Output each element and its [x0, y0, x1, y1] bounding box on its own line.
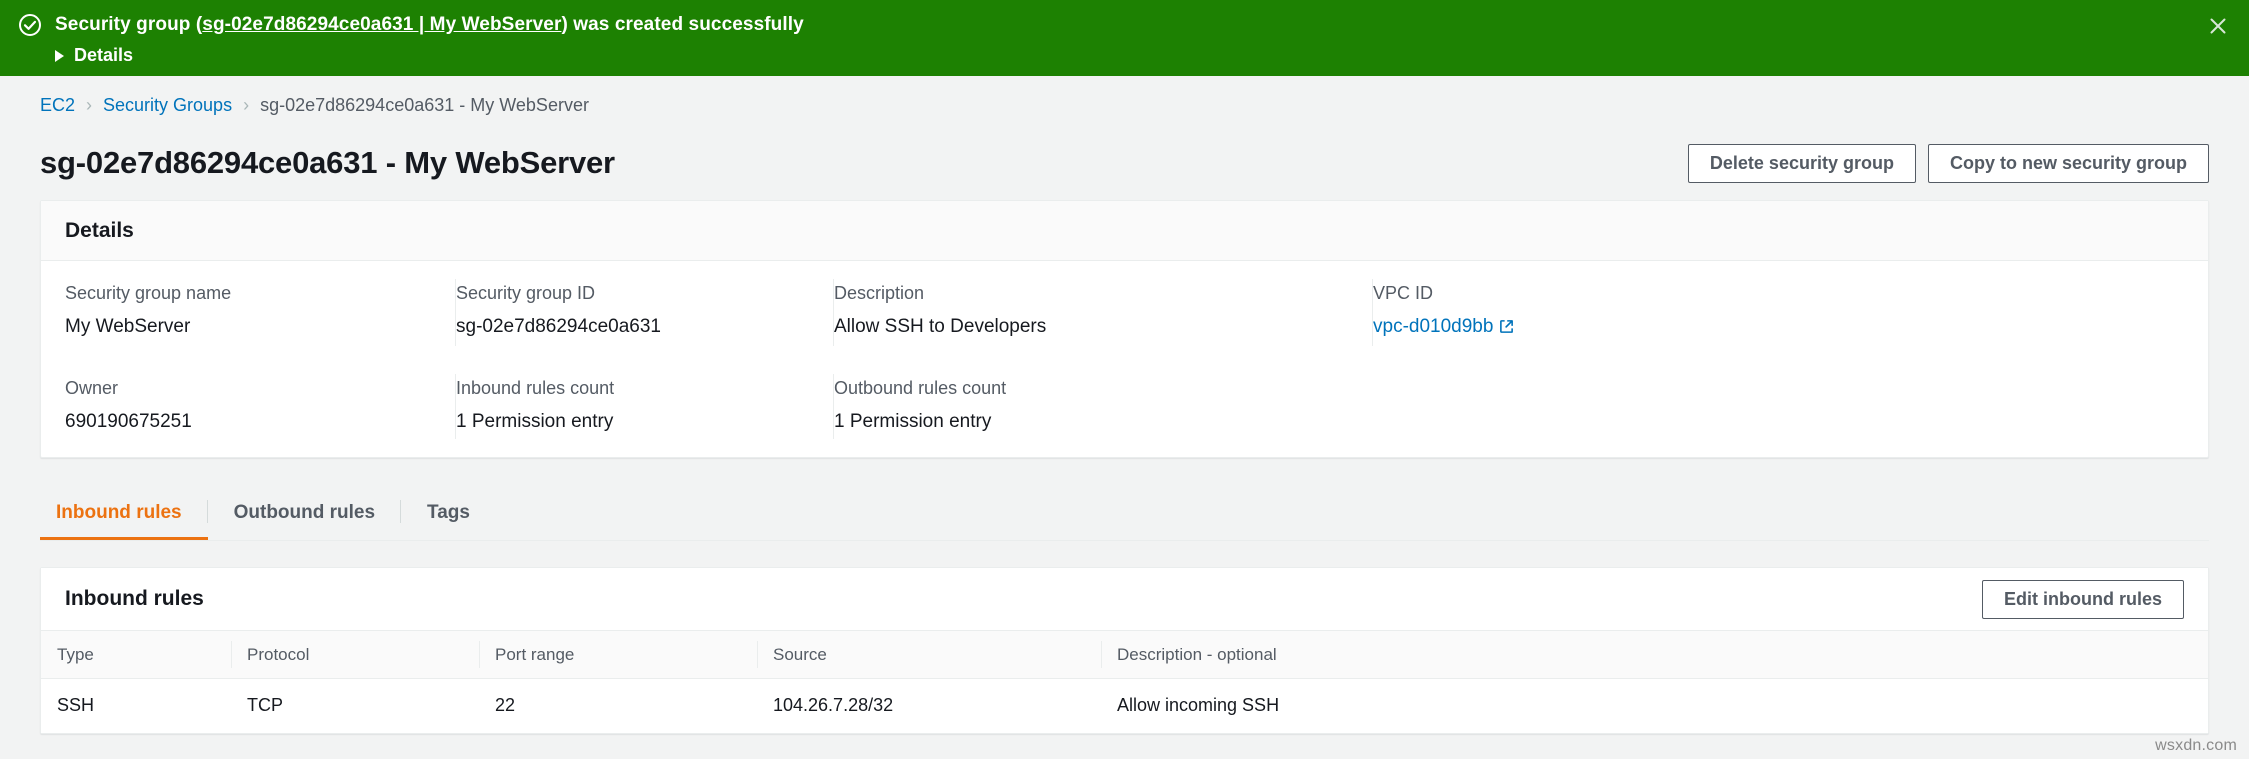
header-actions: Delete security group Copy to new securi… — [1687, 143, 2209, 183]
detail-outbound-rules-count: Outbound rules count 1 Permission entry — [834, 378, 1373, 433]
details-row-1: Security group name My WebServer Securit… — [65, 279, 2184, 346]
table-header: Type Protocol Port range Source Descript… — [41, 630, 2208, 679]
detail-security-group-name: Security group name My WebServer — [65, 279, 456, 346]
detail-label: VPC ID — [1373, 283, 1434, 303]
tab-inbound-rules[interactable]: Inbound rules — [40, 488, 208, 540]
table-row[interactable]: SSH TCP 22 104.26.7.28/32 Allow incoming… — [41, 678, 2208, 733]
detail-label: Description — [834, 283, 925, 303]
inbound-rules-panel: Inbound rules Edit inbound rules Type Pr… — [40, 567, 2209, 734]
cell-port-range: 22 — [479, 678, 757, 733]
page-title: sg-02e7d86294ce0a631 - My WebServer — [40, 145, 615, 180]
vpc-id-link[interactable]: vpc-d010d9bb — [1373, 316, 1493, 337]
inbound-rules-header: Inbound rules Edit inbound rules — [41, 568, 2208, 630]
detail-value: sg-02e7d86294ce0a631 — [456, 316, 661, 337]
tab-outbound-rules[interactable]: Outbound rules — [208, 488, 402, 540]
details-body: Security group name My WebServer Securit… — [41, 261, 2208, 457]
page-header: sg-02e7d86294ce0a631 - My WebServer Dele… — [40, 134, 2209, 192]
detail-empty-cell — [1373, 378, 2184, 433]
banner-text-before: Security group ( — [55, 14, 203, 35]
detail-label: Security group name — [65, 283, 232, 303]
details-panel: Details Security group name My WebServer… — [40, 200, 2209, 458]
details-panel-header: Details — [41, 201, 2208, 261]
detail-value: Allow SSH to Developers — [834, 316, 1047, 337]
detail-owner: Owner 690190675251 — [65, 374, 456, 439]
table-body: SSH TCP 22 104.26.7.28/32 Allow incoming… — [41, 678, 2208, 733]
column-header-description[interactable]: Description - optional — [1101, 630, 2208, 679]
detail-label: Inbound rules count — [456, 378, 615, 398]
detail-vpc-id: VPC ID vpc-d010d9bb — [1373, 283, 2184, 340]
tab-label: Tags — [427, 501, 470, 523]
detail-value: My WebServer — [65, 316, 191, 337]
watermark: wsxdn.com — [2155, 737, 2237, 754]
detail-label: Owner — [65, 378, 119, 398]
detail-value: 1 Permission entry — [834, 411, 992, 432]
tab-label: Inbound rules — [56, 501, 182, 523]
detail-value: 690190675251 — [65, 411, 192, 432]
details-row-2: Owner 690190675251 Inbound rules count 1… — [65, 374, 2184, 439]
banner-text-after: ) was created successfully — [561, 14, 804, 35]
detail-label: Outbound rules count — [834, 378, 1007, 398]
detail-value: vpc-d010d9bb — [1373, 316, 2160, 340]
cell-type: SSH — [41, 678, 231, 733]
tab-bar: Inbound rules Outbound rules Tags — [40, 488, 2209, 541]
tab-label: Outbound rules — [233, 501, 376, 523]
cell-source: 104.26.7.28/32 — [757, 678, 1101, 733]
success-banner: Security group (sg-02e7d86294ce0a631 | M… — [0, 0, 2249, 76]
breadcrumb-item-current: sg-02e7d86294ce0a631 - My WebServer — [260, 94, 589, 115]
copy-to-new-security-group-button[interactable]: Copy to new security group — [1927, 143, 2209, 183]
breadcrumb: EC2 › Security Groups › sg-02e7d86294ce0… — [40, 76, 2209, 134]
caret-right-icon — [55, 49, 64, 62]
detail-value: 1 Permission entry — [456, 411, 614, 432]
circle-check-icon — [18, 13, 42, 37]
cell-description: Allow incoming SSH — [1101, 678, 2208, 733]
tab-tags[interactable]: Tags — [401, 488, 496, 540]
page-content: EC2 › Security Groups › sg-02e7d86294ce0… — [0, 76, 2249, 734]
cell-protocol: TCP — [231, 678, 479, 733]
delete-security-group-button[interactable]: Delete security group — [1687, 143, 1916, 183]
banner-security-group-link[interactable]: sg-02e7d86294ce0a631 | My WebServer — [202, 14, 561, 35]
details-panel-title: Details — [65, 218, 134, 242]
breadcrumb-item-security-groups[interactable]: Security Groups — [103, 95, 232, 116]
breadcrumb-separator: › — [86, 95, 93, 115]
banner-message: Security group (sg-02e7d86294ce0a631 | M… — [55, 12, 804, 37]
column-header-type[interactable]: Type — [41, 630, 231, 679]
banner-details-toggle[interactable]: Details — [55, 45, 133, 66]
banner-details-label: Details — [74, 45, 134, 65]
external-link-icon — [1499, 318, 1514, 340]
detail-description: Description Allow SSH to Developers — [834, 279, 1373, 346]
column-header-source[interactable]: Source — [757, 630, 1101, 679]
inbound-rules-title: Inbound rules — [65, 587, 204, 610]
breadcrumb-item-ec2[interactable]: EC2 — [40, 95, 75, 116]
close-icon[interactable] — [2205, 13, 2231, 39]
detail-label: Security group ID — [456, 283, 596, 303]
column-header-port-range[interactable]: Port range — [479, 630, 757, 679]
detail-security-group-id: Security group ID sg-02e7d86294ce0a631 — [456, 279, 834, 346]
inbound-rules-table: Type Protocol Port range Source Descript… — [41, 630, 2208, 733]
breadcrumb-separator: › — [243, 95, 250, 115]
detail-inbound-rules-count: Inbound rules count 1 Permission entry — [456, 374, 834, 439]
edit-inbound-rules-button[interactable]: Edit inbound rules — [1982, 579, 2184, 619]
column-header-protocol[interactable]: Protocol — [231, 630, 479, 679]
table-header-row: Type Protocol Port range Source Descript… — [41, 630, 2208, 679]
